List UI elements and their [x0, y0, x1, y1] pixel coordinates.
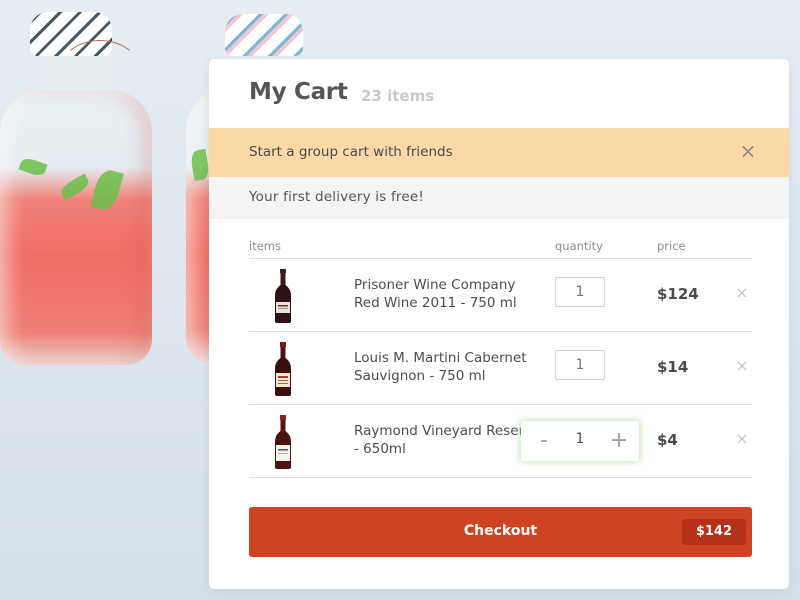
cart-item-row: Prisoner Wine Company Red Wine 2011 - 75…: [249, 259, 752, 332]
cart-header: My Cart 23 items: [209, 59, 789, 128]
item-price: $124: [657, 285, 699, 303]
cart-item-list: Prisoner Wine Company Red Wine 2011 - 75…: [249, 259, 752, 478]
increment-button[interactable]: +: [605, 427, 633, 455]
checkout-button[interactable]: Checkout $142: [249, 507, 752, 557]
checkout-label[interactable]: Checkout: [249, 523, 752, 539]
decrement-button[interactable]: -: [530, 427, 558, 455]
wine-bottle-icon: [269, 269, 297, 323]
drink-jar: [0, 90, 152, 365]
item-price: $14: [657, 358, 689, 376]
free-delivery-text: Your first delivery is free!: [249, 189, 424, 205]
remove-item-icon[interactable]: ×: [734, 283, 750, 303]
group-cart-banner[interactable]: Start a group cart with friends ×: [209, 128, 789, 177]
cart-item-count: 23 items: [361, 87, 435, 105]
close-icon[interactable]: ×: [737, 139, 759, 163]
column-header-quantity: quantity: [555, 239, 603, 253]
cart-item-row: Raymond Vineyard Reserve - 650ml - 1 + $…: [249, 405, 752, 478]
item-name[interactable]: Raymond Vineyard Reserve - 650ml: [354, 422, 544, 458]
column-header-items: items: [249, 239, 281, 253]
twine: [60, 40, 140, 100]
checkout-total-badge: $142: [681, 519, 746, 545]
free-delivery-banner: Your first delivery is free!: [209, 177, 789, 219]
jar-cap: [225, 14, 303, 56]
cart-table-header: items quantity price: [249, 237, 752, 259]
remove-item-icon[interactable]: ×: [734, 429, 750, 449]
item-name[interactable]: Prisoner Wine Company Red Wine 2011 - 75…: [354, 276, 544, 312]
quantity-field[interactable]: 1: [555, 277, 605, 307]
item-price: $4: [657, 431, 678, 449]
group-cart-text[interactable]: Start a group cart with friends: [249, 144, 453, 160]
cart-panel: My Cart 23 items Start a group cart with…: [209, 59, 789, 589]
column-header-price: price: [657, 239, 686, 253]
wine-bottle-icon: [269, 415, 297, 469]
item-name[interactable]: Louis M. Martini Cabernet Sauvignon - 75…: [354, 349, 544, 385]
cart-title: My Cart: [249, 79, 348, 105]
cart-item-row: Louis M. Martini Cabernet Sauvignon - 75…: [249, 332, 752, 405]
quantity-field[interactable]: 1: [555, 350, 605, 380]
wine-bottle-icon: [269, 342, 297, 396]
quantity-stepper[interactable]: - 1 +: [521, 421, 639, 461]
remove-item-icon[interactable]: ×: [734, 356, 750, 376]
quantity-value[interactable]: 1: [565, 431, 595, 447]
